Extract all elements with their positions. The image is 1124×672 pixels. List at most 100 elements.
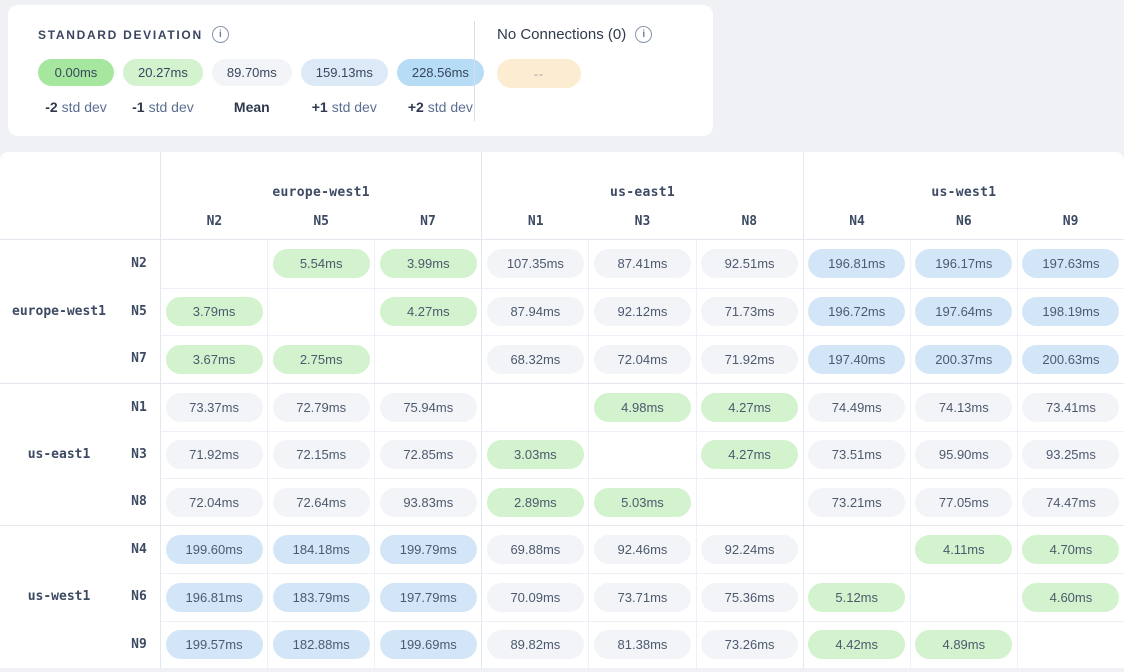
latency-pill[interactable]: 4.27ms: [701, 393, 798, 422]
matrix-cell: 197.79ms: [374, 573, 481, 620]
latency-pill[interactable]: 92.12ms: [594, 297, 691, 326]
latency-pill[interactable]: 200.37ms: [915, 345, 1012, 374]
latency-pill[interactable]: 198.19ms: [1022, 297, 1119, 326]
legend-stddev-label: +1std dev: [312, 99, 377, 115]
matrix-cell: 68.32ms: [481, 335, 588, 383]
latency-pill[interactable]: 89.82ms: [487, 630, 584, 659]
latency-pill[interactable]: 3.03ms: [487, 440, 584, 469]
latency-pill[interactable]: 107.35ms: [487, 249, 584, 278]
latency-pill[interactable]: 74.49ms: [808, 393, 905, 422]
latency-pill[interactable]: 4.27ms: [701, 440, 798, 469]
matrix-cell: 74.49ms: [803, 384, 910, 431]
row-node-label: N3: [118, 431, 160, 478]
latency-pill[interactable]: 199.57ms: [166, 630, 263, 659]
latency-pill[interactable]: 73.26ms: [701, 630, 798, 659]
latency-pill[interactable]: 72.64ms: [273, 488, 370, 517]
latency-pill[interactable]: 68.32ms: [487, 345, 584, 374]
latency-pill[interactable]: 182.88ms: [273, 630, 370, 659]
no-connections-info-icon[interactable]: i: [635, 26, 652, 43]
latency-pill[interactable]: 196.17ms: [915, 249, 1012, 278]
row-node-label: N9: [118, 621, 160, 668]
column-group-us-west1: us-west1 N4 N6 N9: [803, 152, 1124, 239]
latency-pill[interactable]: 197.64ms: [915, 297, 1012, 326]
latency-pill[interactable]: 196.81ms: [166, 583, 263, 612]
latency-pill[interactable]: 184.18ms: [273, 535, 370, 564]
latency-pill[interactable]: 199.69ms: [380, 630, 477, 659]
matrix-cell: 81.38ms: [588, 621, 695, 668]
matrix-cell-self: [481, 384, 588, 431]
latency-pill[interactable]: 200.63ms: [1022, 345, 1119, 374]
latency-pill[interactable]: 75.94ms: [380, 393, 477, 422]
matrix-cell: 75.36ms: [696, 573, 803, 620]
latency-pill[interactable]: 93.83ms: [380, 488, 477, 517]
latency-pill[interactable]: 77.05ms: [915, 488, 1012, 517]
latency-pill[interactable]: 72.04ms: [594, 345, 691, 374]
latency-pill[interactable]: 71.73ms: [701, 297, 798, 326]
latency-pill[interactable]: 87.94ms: [487, 297, 584, 326]
latency-pill[interactable]: 87.41ms: [594, 249, 691, 278]
latency-pill[interactable]: 199.79ms: [380, 535, 477, 564]
matrix-cell: 182.88ms: [267, 621, 374, 668]
latency-pill[interactable]: 72.79ms: [273, 393, 370, 422]
matrix-column-header: europe-west1 N2 N5 N7 us-east1 N1 N3 N8 …: [0, 152, 1124, 240]
latency-pill[interactable]: 75.36ms: [701, 583, 798, 612]
legend-item: 89.70msMean: [212, 59, 292, 115]
latency-pill[interactable]: 5.12ms: [808, 583, 905, 612]
latency-pill[interactable]: 3.79ms: [166, 297, 263, 326]
matrix-cell: 72.04ms: [160, 478, 267, 525]
latency-pill[interactable]: 196.72ms: [808, 297, 905, 326]
latency-pill[interactable]: 92.46ms: [594, 535, 691, 564]
latency-pill[interactable]: 4.60ms: [1022, 583, 1119, 612]
latency-pill[interactable]: 2.89ms: [487, 488, 584, 517]
latency-pill[interactable]: 74.13ms: [915, 393, 1012, 422]
matrix-cell: 70.09ms: [481, 573, 588, 620]
matrix-cell: 2.75ms: [267, 335, 374, 383]
latency-pill[interactable]: 74.47ms: [1022, 488, 1119, 517]
latency-pill[interactable]: 92.51ms: [701, 249, 798, 278]
latency-pill[interactable]: 70.09ms: [487, 583, 584, 612]
row-region-label: us-east1: [0, 384, 118, 526]
latency-pill[interactable]: 199.60ms: [166, 535, 263, 564]
latency-pill[interactable]: 197.63ms: [1022, 249, 1119, 278]
latency-pill[interactable]: 71.92ms: [701, 345, 798, 374]
latency-pill[interactable]: 4.70ms: [1022, 535, 1119, 564]
matrix-cell: 183.79ms: [267, 573, 374, 620]
latency-pill[interactable]: 196.81ms: [808, 249, 905, 278]
latency-pill[interactable]: 72.04ms: [166, 488, 263, 517]
latency-pill[interactable]: 5.54ms: [273, 249, 370, 278]
latency-pill[interactable]: 2.75ms: [273, 345, 370, 374]
latency-pill[interactable]: 73.51ms: [808, 440, 905, 469]
latency-pill[interactable]: 197.79ms: [380, 583, 477, 612]
latency-pill[interactable]: 3.67ms: [166, 345, 263, 374]
matrix-cell: 71.73ms: [696, 288, 803, 336]
latency-pill[interactable]: 95.90ms: [915, 440, 1012, 469]
latency-pill[interactable]: 71.92ms: [166, 440, 263, 469]
latency-pill[interactable]: 72.15ms: [273, 440, 370, 469]
latency-pill[interactable]: 73.21ms: [808, 488, 905, 517]
latency-pill[interactable]: 4.98ms: [594, 393, 691, 422]
latency-pill[interactable]: 4.42ms: [808, 630, 905, 659]
matrix-cell: 5.54ms: [267, 240, 374, 288]
latency-pill[interactable]: 73.41ms: [1022, 393, 1119, 422]
matrix-cell: 199.57ms: [160, 621, 267, 668]
latency-pill[interactable]: 183.79ms: [273, 583, 370, 612]
latency-pill[interactable]: 93.25ms: [1022, 440, 1119, 469]
latency-pill[interactable]: 4.27ms: [380, 297, 477, 326]
latency-pill[interactable]: 72.85ms: [380, 440, 477, 469]
latency-pill[interactable]: 69.88ms: [487, 535, 584, 564]
latency-pill[interactable]: 81.38ms: [594, 630, 691, 659]
matrix-cell: 3.99ms: [374, 240, 481, 288]
latency-pill[interactable]: 73.37ms: [166, 393, 263, 422]
latency-pill[interactable]: 197.40ms: [808, 345, 905, 374]
latency-pill[interactable]: 92.24ms: [701, 535, 798, 564]
latency-pill[interactable]: 3.99ms: [380, 249, 477, 278]
row-region-label: europe-west1: [0, 240, 118, 383]
stddev-info-icon[interactable]: i: [212, 26, 229, 43]
matrix-cell: 72.85ms: [374, 431, 481, 478]
latency-pill[interactable]: 4.89ms: [915, 630, 1012, 659]
matrix-cell: 93.83ms: [374, 478, 481, 525]
latency-pill[interactable]: 4.11ms: [915, 535, 1012, 564]
matrix-cell: 199.60ms: [160, 526, 267, 573]
latency-pill[interactable]: 5.03ms: [594, 488, 691, 517]
latency-pill[interactable]: 73.71ms: [594, 583, 691, 612]
